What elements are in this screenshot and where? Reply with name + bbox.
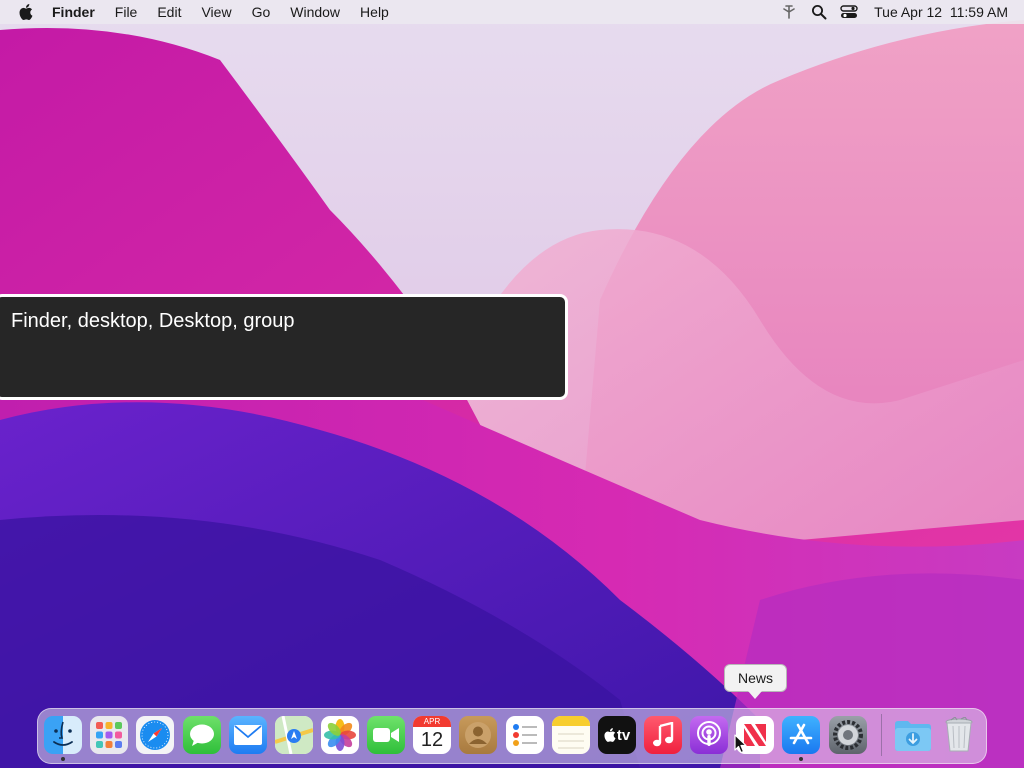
voiceover-caption-panel: Finder, desktop, Desktop, group <box>0 294 568 400</box>
spotlight-search-icon[interactable] <box>808 0 830 24</box>
notes-header-strip <box>552 716 590 726</box>
mouse-cursor-icon <box>734 734 747 754</box>
menu-go[interactable]: Go <box>242 0 281 24</box>
menu-clock[interactable]: Tue Apr 12 11:59 AM <box>874 0 1008 24</box>
control-center-icon[interactable] <box>838 0 860 24</box>
dock-system-preferences-icon[interactable] <box>829 716 867 754</box>
dock-running-indicator <box>799 757 803 761</box>
dock-contacts-icon[interactable] <box>459 716 497 754</box>
dock-maps-icon[interactable] <box>275 716 313 754</box>
menu-edit[interactable]: Edit <box>147 0 191 24</box>
dock-calendar-icon[interactable]: APR 12 <box>413 716 451 754</box>
dock-tooltip-arrow <box>748 691 762 699</box>
menu-window[interactable]: Window <box>280 0 350 24</box>
tv-label: tv <box>616 726 631 744</box>
menu-view[interactable]: View <box>191 0 241 24</box>
dock-podcasts-icon[interactable] <box>690 716 728 754</box>
calendar-day: 12 <box>420 729 444 751</box>
dock-safari-icon[interactable] <box>136 716 174 754</box>
menu-help[interactable]: Help <box>350 0 399 24</box>
dock-reminders-icon[interactable] <box>506 716 544 754</box>
apple-menu-icon[interactable] <box>16 0 36 24</box>
dock-tooltip: News <box>724 664 787 692</box>
accessibility-status-icon[interactable] <box>778 0 800 24</box>
dock-app-store-icon[interactable] <box>782 716 820 754</box>
menu-file[interactable]: File <box>105 0 148 24</box>
dock-mail-icon[interactable] <box>229 716 267 754</box>
dock-music-icon[interactable] <box>644 716 682 754</box>
dock-finder-icon[interactable] <box>44 716 82 754</box>
menu-app-finder[interactable]: Finder <box>42 0 105 24</box>
dock-downloads-folder-icon[interactable] <box>894 716 932 754</box>
dock-messages-icon[interactable] <box>183 716 221 754</box>
calendar-month: APR <box>413 716 451 727</box>
dock-notes-icon[interactable] <box>552 716 590 754</box>
dock-facetime-icon[interactable] <box>367 716 405 754</box>
dock-separator <box>881 714 882 756</box>
dock-tv-icon[interactable]: tv <box>598 716 636 754</box>
dock-trash-icon[interactable] <box>940 716 978 754</box>
voiceover-caption-text: Finder, desktop, Desktop, group <box>11 310 295 332</box>
menu-bar: Finder File Edit View Go Window Help Tue… <box>0 0 1024 24</box>
dock-running-indicator <box>61 757 65 761</box>
dock-photos-icon[interactable] <box>321 716 359 754</box>
dock-launchpad-icon[interactable] <box>90 716 128 754</box>
